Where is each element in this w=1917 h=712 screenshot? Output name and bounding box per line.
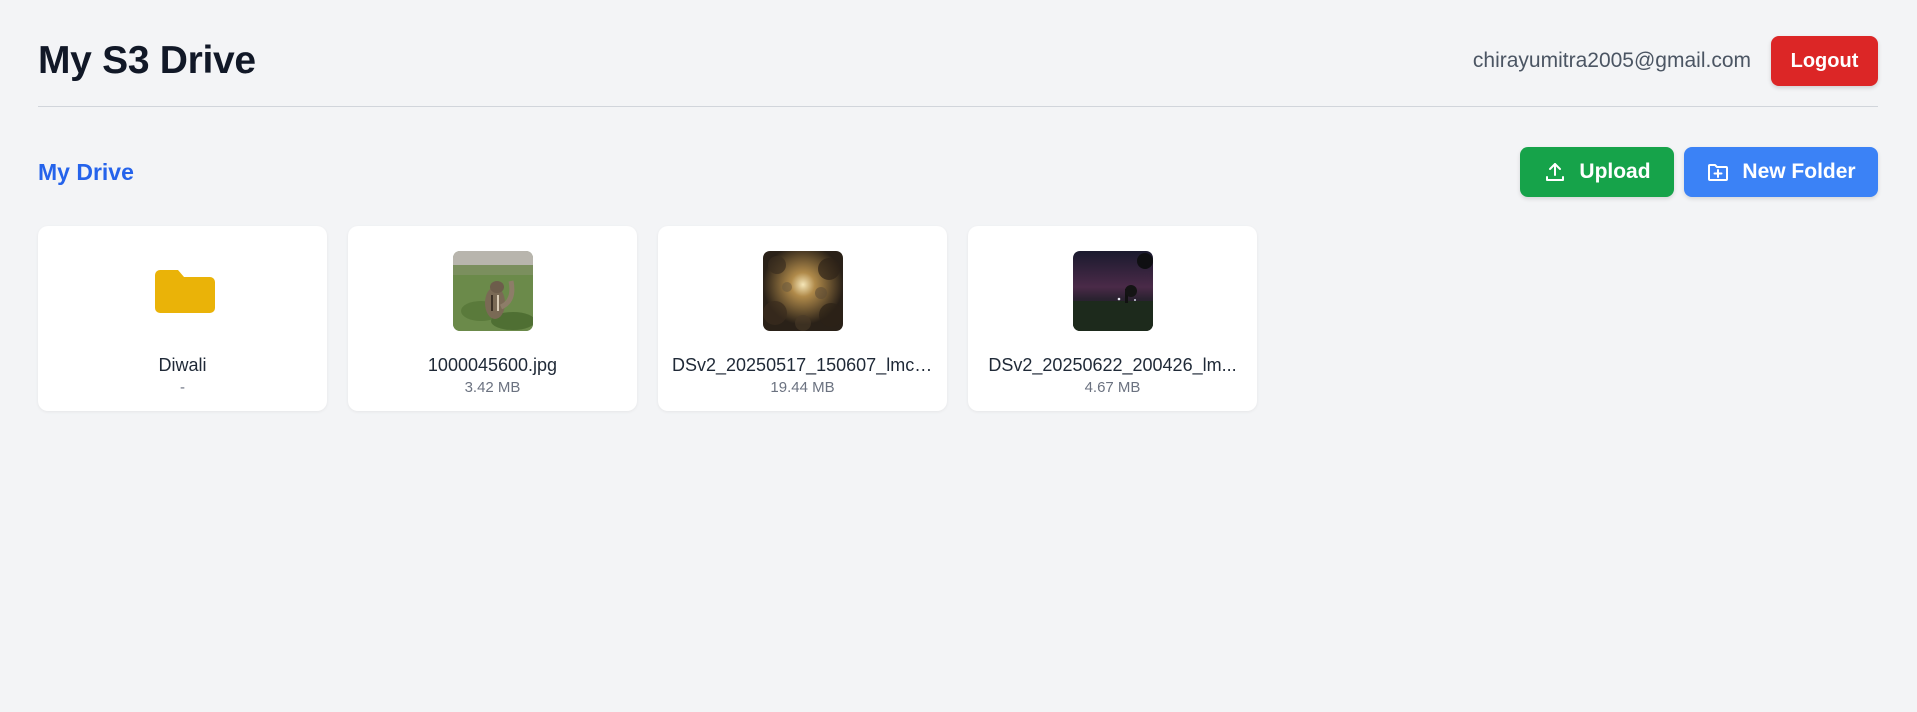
file-size: 19.44 MB	[770, 379, 835, 396]
app-title: My S3 Drive	[38, 39, 256, 82]
app-header: My S3 Drive chirayumitra2005@gmail.com L…	[38, 0, 1878, 107]
folder-icon	[143, 251, 223, 331]
folder-card[interactable]: Diwali -	[38, 226, 327, 411]
file-size: -	[180, 379, 185, 396]
file-card[interactable]: 1000045600.jpg 3.42 MB	[348, 226, 637, 411]
file-card[interactable]: DSv2_20250622_200426_lm... 4.67 MB	[968, 226, 1257, 411]
file-name: DSv2_20250622_200426_lm...	[988, 355, 1237, 375]
upload-label: Upload	[1579, 160, 1651, 183]
file-size: 4.67 MB	[1084, 379, 1141, 396]
new-folder-label: New Folder	[1742, 160, 1856, 183]
tree-canopy-image-thumbnail	[762, 251, 843, 331]
breadcrumb-my-drive[interactable]: My Drive	[38, 158, 134, 186]
user-email: chirayumitra2005@gmail.com	[1472, 49, 1751, 72]
file-size: 3.42 MB	[464, 379, 521, 396]
folder-plus-icon	[1706, 160, 1730, 184]
logout-button[interactable]: Logout	[1771, 36, 1878, 86]
night-sky-image-thumbnail	[1072, 251, 1153, 331]
squirrel-image-thumbnail	[452, 251, 533, 331]
file-name: DSv2_20250517_150607_lmc_...	[672, 355, 933, 375]
upload-icon	[1543, 160, 1567, 184]
new-folder-button[interactable]: New Folder	[1684, 147, 1878, 197]
file-name: 1000045600.jpg	[427, 355, 558, 375]
file-name: Diwali	[158, 355, 207, 375]
file-grid: Diwali - 1000045600.jpg 3.42 MB DSv2_202…	[38, 226, 1257, 411]
upload-button[interactable]: Upload	[1520, 147, 1674, 197]
file-card[interactable]: DSv2_20250517_150607_lmc_... 19.44 MB	[658, 226, 947, 411]
